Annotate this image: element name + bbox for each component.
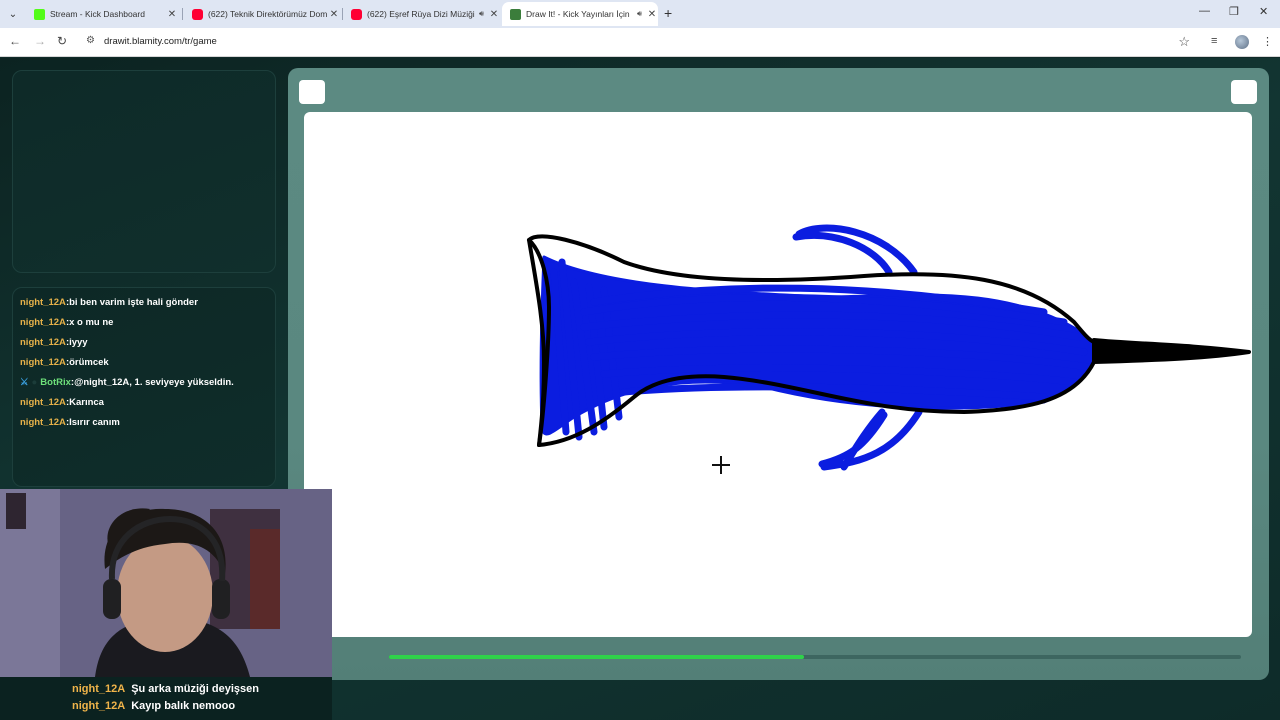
chat-text: :bi ben varim işte hali gönder (65, 297, 198, 308)
new-tab-icon[interactable]: + (664, 5, 672, 21)
tab-strip: ⌄ Stream - Kick Dashboard ✕ (622) Teknik… (0, 0, 1280, 28)
bot-sword-badge-icon: ⚔ (20, 377, 29, 388)
stopwatch-icon (371, 591, 383, 603)
draw-it-favicon-icon (510, 8, 521, 20)
youtube-favicon-icon (351, 8, 362, 20)
chat-text: :Isırır canım (65, 417, 120, 428)
chat-message: night_12A:bi ben varim işte hali gönder (20, 297, 198, 308)
tab-title: (622) Teknik Direktörümüz Dom (208, 9, 328, 19)
chat-username: night_12A (20, 297, 66, 308)
tab-youtube-2[interactable]: (622) Eşref Rüya Dizi Müziği 🔊︎ ✕ (343, 2, 500, 26)
chat-text: :iyyy (65, 337, 88, 348)
minimize-icon[interactable]: — (1199, 5, 1210, 17)
chat-text: :@night_12A, 1. seviyeye yükseldin. (70, 377, 234, 388)
time-progress-bar (389, 655, 1241, 659)
chat-text: Şu arka müziği deyişsen (131, 683, 259, 695)
chat-message: night_12A:Isırır canım (20, 417, 120, 428)
round-counter: 2 / 20 (335, 592, 359, 603)
overlay-chat-message: night_12A Şu arka müziği deyişsen (72, 683, 259, 695)
chat-username: night_12A (20, 397, 66, 408)
close-tab-icon[interactable]: ✕ (488, 9, 500, 20)
bookmark-star-icon[interactable]: ☆ (1178, 34, 1190, 50)
chat-text: :x o mu ne (65, 317, 114, 328)
crosshair-cursor-icon (712, 456, 730, 474)
chat-panel: night_12A:bi ben varim işte hali gönder … (12, 287, 276, 487)
forward-icon[interactable]: → (34, 34, 46, 48)
close-window-icon[interactable]: ✕ (1259, 5, 1268, 18)
overlay-chat: night_12A Şu arka müziği deyişsen night_1… (0, 677, 332, 720)
youtube-favicon-icon (192, 8, 203, 20)
avatar[interactable] (1235, 35, 1249, 49)
site-info-icon[interactable]: ⚙ (86, 35, 95, 46)
webcam-overlay (0, 489, 332, 677)
chat-username: night_12A (20, 317, 66, 328)
side-panel-top (12, 70, 276, 273)
tab-draw-it[interactable]: Draw It! - Kick Yayınları İçin 🔊︎ ✕ (502, 2, 658, 26)
time-progress-fill (389, 655, 804, 659)
time-left: 59s (1226, 592, 1242, 603)
reload-icon[interactable]: ↻ (57, 34, 67, 48)
chat-message: night_12A:örümcek (20, 357, 109, 368)
game-panel (288, 68, 1269, 680)
chat-username: night_12A (20, 337, 66, 348)
right-tool-button[interactable] (1231, 80, 1257, 104)
outline-tail (527, 238, 546, 447)
tab-search-icon[interactable]: ⌄ (4, 5, 22, 23)
close-tab-icon[interactable]: ✕ (646, 9, 658, 20)
tab-title: (622) Eşref Rüya Dizi Müziği (367, 9, 475, 19)
back-icon[interactable]: ← (9, 34, 21, 48)
chat-username: night_12A (20, 357, 66, 368)
tab-title: Draw It! - Kick Yayınları İçin (526, 9, 630, 19)
speaker-icon[interactable]: 🔊︎ (479, 9, 484, 19)
chat-text: :örümcek (65, 357, 109, 368)
kick-favicon-icon (34, 8, 45, 20)
restore-icon[interactable]: ❐ (1229, 5, 1239, 18)
chat-username: night_12A (20, 417, 66, 428)
close-tab-icon[interactable]: ✕ (328, 9, 340, 20)
address-bar: ← → ↻ ⚙ drawit.blamity.com/tr/game ☆ ≡ ⋮ (0, 28, 1280, 57)
swordfish-bill (1092, 338, 1251, 364)
drawing-canvas[interactable] (304, 112, 1252, 637)
chat-message: night_12A:x o mu ne (20, 317, 113, 328)
tab-kick-dashboard[interactable]: Stream - Kick Dashboard ✕ (26, 2, 178, 26)
left-tool-button[interactable] (299, 80, 325, 104)
dorsal-fin (792, 224, 918, 276)
chat-message: night_12A:iyyy (20, 337, 88, 348)
chat-username: night_12A (72, 683, 126, 695)
close-tab-icon[interactable]: ✕ (166, 9, 178, 20)
url-field[interactable]: ⚙ drawit.blamity.com/tr/game ☆ (80, 31, 1200, 53)
webcam-person-image (0, 489, 332, 677)
url-text[interactable]: drawit.blamity.com/tr/game (104, 36, 217, 47)
chat-username: BotRix (40, 377, 71, 388)
chat-message: night_12A:Karınca (20, 397, 104, 408)
chat-message: ⚔ ● BotRix:@night_12A, 1. seviyeye yükseld… (20, 377, 234, 388)
overlay-chat-message: night_12A Kayıp balık nemooo (72, 700, 235, 712)
chat-text: Kayıp balık nemooo (131, 700, 236, 712)
tab-title: Stream - Kick Dashboard (50, 9, 145, 19)
chat-text: :Karınca (65, 397, 104, 408)
chat-username: night_12A (72, 700, 126, 712)
drawing-svg (527, 224, 1251, 471)
tab-youtube-1[interactable]: (622) Teknik Direktörümüz Dom ✕ (184, 2, 340, 26)
speaker-icon[interactable]: 🔊︎ (637, 9, 642, 19)
menu-kebab-icon[interactable]: ⋮ (1262, 35, 1273, 48)
bot-badge-icon: ● (31, 377, 38, 388)
media-controls-icon[interactable]: ≡ (1211, 35, 1217, 47)
pelvic-fin (818, 408, 923, 471)
